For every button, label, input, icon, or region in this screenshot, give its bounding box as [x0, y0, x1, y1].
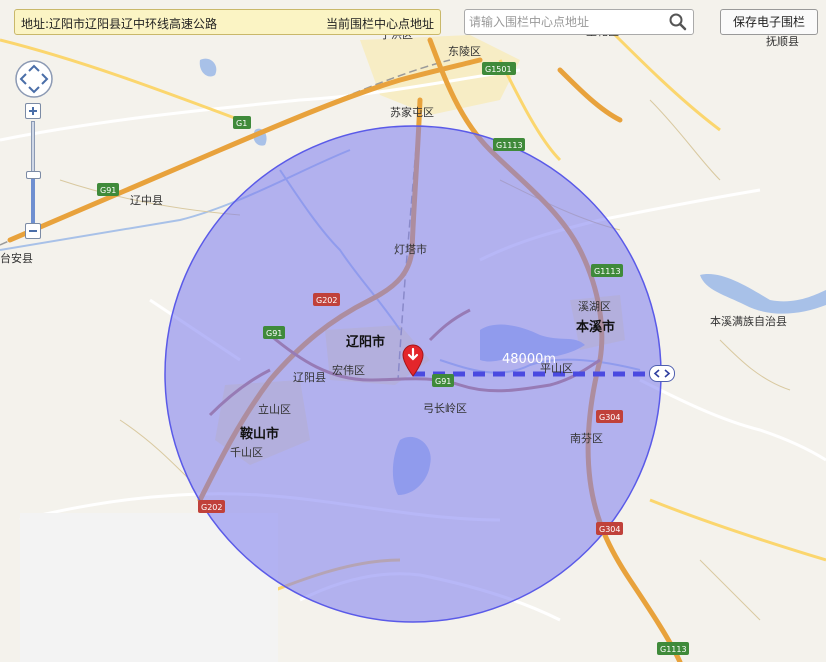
search-box [464, 9, 694, 35]
map-root: 东陵区 苏家屯区 抚顺县 辽中县 灯塔市 溪湖区 本溪市 本溪满族自治县 辽阳市… [0, 0, 826, 662]
search-input[interactable] [469, 12, 661, 32]
map-canvas[interactable]: 东陵区 苏家屯区 抚顺县 辽中县 灯塔市 溪湖区 本溪市 本溪满族自治县 辽阳市… [0, 0, 826, 662]
place-label: 抚顺县 [766, 34, 799, 48]
place-label: 本溪满族自治县 [710, 314, 787, 328]
place-label: 弓长岭区 [423, 401, 467, 415]
zoom-in-button[interactable] [25, 103, 41, 119]
road-shield: G1113 [591, 264, 623, 277]
zoom-level-fill [31, 175, 35, 223]
zoom-control [24, 103, 44, 241]
road-shield: G1113 [493, 138, 525, 151]
svg-text:G304: G304 [599, 413, 620, 422]
search-button[interactable] [667, 12, 689, 32]
address-bar: 地址:辽阳市辽阳县辽中环线高速公路 当前围栏中心点地址 [14, 9, 441, 35]
address-label: 地址: [21, 17, 50, 31]
place-label: 辽阳市 [346, 334, 385, 350]
address-value: 辽阳市辽阳县辽中环线高速公路 [49, 17, 218, 31]
svg-text:G202: G202 [201, 503, 222, 512]
place-label: 鞍山市 [240, 426, 279, 442]
road-shield: G1 [233, 116, 251, 129]
place-label: 千山区 [230, 446, 263, 459]
fence-center-marker[interactable] [401, 343, 425, 377]
place-label: 灯塔市 [394, 242, 427, 256]
zoom-out-button[interactable] [25, 223, 41, 239]
search-icon [669, 13, 687, 31]
svg-text:G1113: G1113 [594, 267, 621, 276]
svg-text:G91: G91 [100, 186, 116, 195]
road-shield: G1113 [657, 642, 689, 655]
svg-text:G1113: G1113 [496, 141, 523, 150]
place-label: 宏伟区 [332, 363, 365, 377]
road-shield: G91 [263, 326, 285, 339]
svg-text:G1: G1 [236, 119, 247, 128]
minus-icon [29, 230, 37, 232]
svg-text:G91: G91 [435, 377, 451, 386]
pan-control[interactable] [14, 59, 54, 99]
zoom-slider-handle[interactable] [26, 171, 41, 179]
road-shield: G1501 [482, 62, 516, 75]
address-text: 地址:辽阳市辽阳县辽中环线高速公路 [21, 15, 217, 32]
pan-arrows-icon [15, 60, 53, 98]
road-shield: G304 [596, 522, 623, 535]
resize-arrows-icon [653, 369, 671, 378]
svg-text:G1501: G1501 [485, 65, 512, 74]
road-shield: G91 [432, 374, 454, 387]
place-label: 立山区 [258, 402, 291, 416]
radius-label: 48000m [502, 352, 557, 367]
place-label: 溪湖区 [578, 300, 611, 313]
svg-text:G91: G91 [266, 329, 282, 338]
location-pin-icon [402, 344, 424, 377]
svg-text:G304: G304 [599, 525, 620, 534]
svg-text:G202: G202 [316, 296, 337, 305]
place-label: 南芬区 [570, 432, 603, 445]
plus-icon-vertical [32, 107, 34, 115]
set-center-link[interactable]: 当前围栏中心点地址 [326, 15, 434, 32]
place-label: 东陵区 [448, 45, 481, 58]
place-label: 辽中县 [130, 194, 163, 207]
road-shield: G202 [313, 293, 340, 306]
place-label: 苏家屯区 [390, 105, 434, 119]
road-shield: G91 [97, 183, 119, 196]
place-label: 辽阳县 [293, 371, 326, 384]
place-label: 本溪市 [576, 319, 615, 335]
place-label: 台安县 [0, 251, 33, 265]
save-fence-button[interactable]: 保存电子围栏 [720, 9, 818, 35]
svg-text:G1113: G1113 [660, 645, 687, 654]
road-shield: G202 [198, 500, 225, 513]
radius-drag-handle[interactable] [649, 365, 675, 382]
road-shield: G304 [596, 410, 623, 423]
